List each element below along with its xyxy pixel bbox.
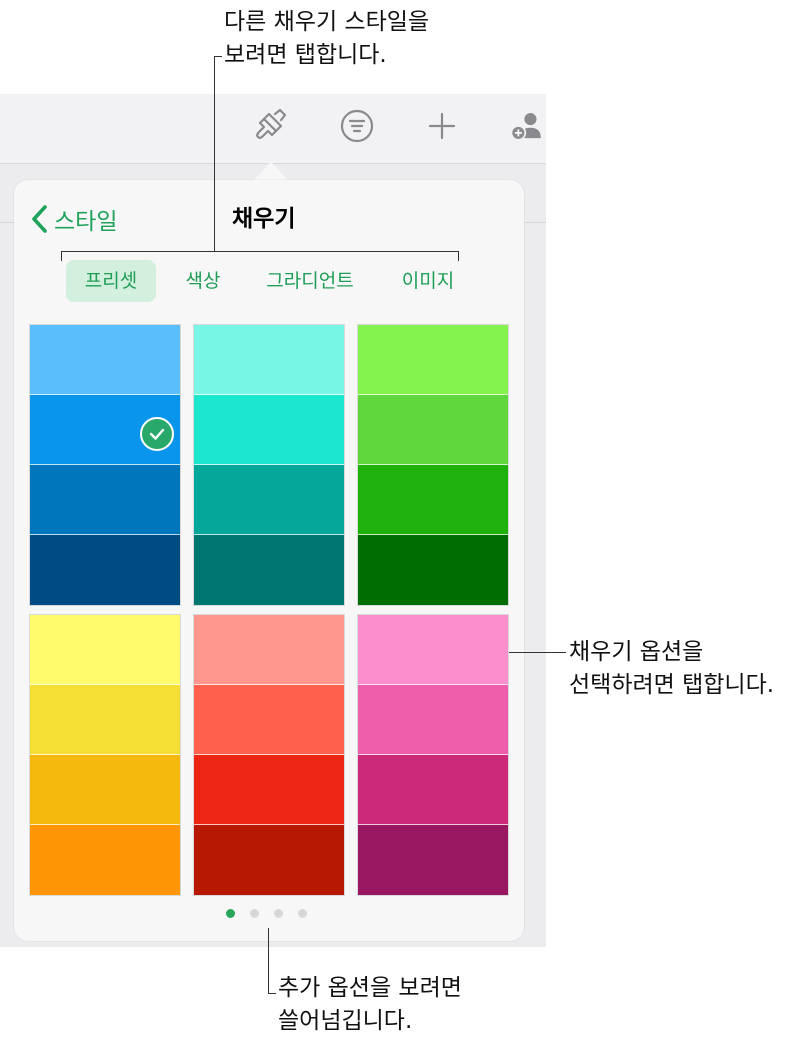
swatch-green-4[interactable]: [358, 535, 508, 605]
swatch-green-2[interactable]: [358, 395, 508, 465]
chevron-left-icon: [32, 205, 47, 233]
swatch-teal-2[interactable]: [194, 395, 344, 465]
callout-tabs-line1: 다른 채우기 스타일을: [224, 9, 430, 35]
add-collaborator-icon[interactable]: [508, 104, 546, 148]
swatch-column-green: [357, 324, 509, 606]
swatch-blue-4[interactable]: [30, 535, 180, 605]
swatch-column-yellow: [29, 614, 181, 896]
swatch-red-4[interactable]: [194, 825, 344, 895]
page-dot: [274, 909, 283, 918]
page-indicator[interactable]: [226, 909, 307, 918]
popover-arrow: [253, 162, 289, 181]
swatch-pink-1[interactable]: [358, 615, 508, 685]
format-list-icon[interactable]: [335, 104, 379, 148]
callout-dots: 추가 옵션을 보려면 쓸어넘깁니다.: [278, 972, 462, 1038]
swatch-red-3[interactable]: [194, 755, 344, 825]
plus-icon[interactable]: [420, 104, 464, 148]
swatch-blue-2[interactable]: [30, 395, 180, 465]
swatch-column-blue: [29, 324, 181, 606]
swatch-column-teal: [193, 324, 345, 606]
paintbrush-icon[interactable]: [247, 104, 291, 148]
popover-title: 채우기: [232, 206, 296, 232]
swatch-pink-2[interactable]: [358, 685, 508, 755]
page-dot: [250, 909, 259, 918]
callout-tabs-leader-tick: [214, 56, 222, 57]
callout-swatches-line1: 채우기 옵션을: [569, 639, 704, 665]
swatch-blue-1[interactable]: [30, 325, 180, 395]
callout-tabs-bracket: [61, 251, 459, 252]
swatch-red-1[interactable]: [194, 615, 344, 685]
callout-dots-leader-tick: [268, 993, 276, 994]
checkmark-icon: [140, 417, 174, 451]
swatch-teal-1[interactable]: [194, 325, 344, 395]
page-dot: [226, 909, 235, 918]
swatch-yellow-4[interactable]: [30, 825, 180, 895]
swatch-column-red: [193, 614, 345, 896]
callout-swatches-leader: [509, 652, 566, 653]
tab-image[interactable]: 이미지: [386, 260, 470, 302]
swatch-green-1[interactable]: [358, 325, 508, 395]
callout-tabs-bracket-right: [458, 251, 459, 261]
swatch-column-pink: [357, 614, 509, 896]
swatch-yellow-3[interactable]: [30, 755, 180, 825]
callout-tabs-bracket-left: [61, 251, 62, 261]
back-button[interactable]: 스타일: [30, 201, 117, 237]
swatch-green-3[interactable]: [358, 465, 508, 535]
swatch-pink-4[interactable]: [358, 825, 508, 895]
callout-dots-line1: 추가 옵션을 보려면: [278, 975, 462, 1001]
swatch-red-2[interactable]: [194, 685, 344, 755]
swatch-yellow-2[interactable]: [30, 685, 180, 755]
back-button-label: 스타일: [54, 209, 118, 235]
callout-dots-line2: 쓸어넘깁니다.: [278, 1008, 413, 1034]
callout-tabs-leader: [214, 56, 215, 251]
callout-tabs: 다른 채우기 스타일을 보려면 탭합니다.: [224, 6, 429, 72]
callout-swatches-line2: 선택하려면 탭합니다.: [569, 672, 775, 698]
callout-swatches: 채우기 옵션을 선택하려면 탭합니다.: [569, 636, 774, 702]
swatch-pink-3[interactable]: [358, 755, 508, 825]
callout-tabs-line2: 보려면 탭합니다.: [224, 42, 387, 68]
swatch-teal-4[interactable]: [194, 535, 344, 605]
tab-gradient[interactable]: 그라디언트: [252, 260, 368, 302]
tab-presets[interactable]: 프리셋: [66, 260, 156, 302]
swatch-blue-3[interactable]: [30, 465, 180, 535]
swatch-teal-3[interactable]: [194, 465, 344, 535]
callout-dots-leader: [268, 928, 269, 994]
swatch-yellow-1[interactable]: [30, 615, 180, 685]
tab-color[interactable]: 색상: [170, 260, 236, 302]
page-dot: [298, 909, 307, 918]
